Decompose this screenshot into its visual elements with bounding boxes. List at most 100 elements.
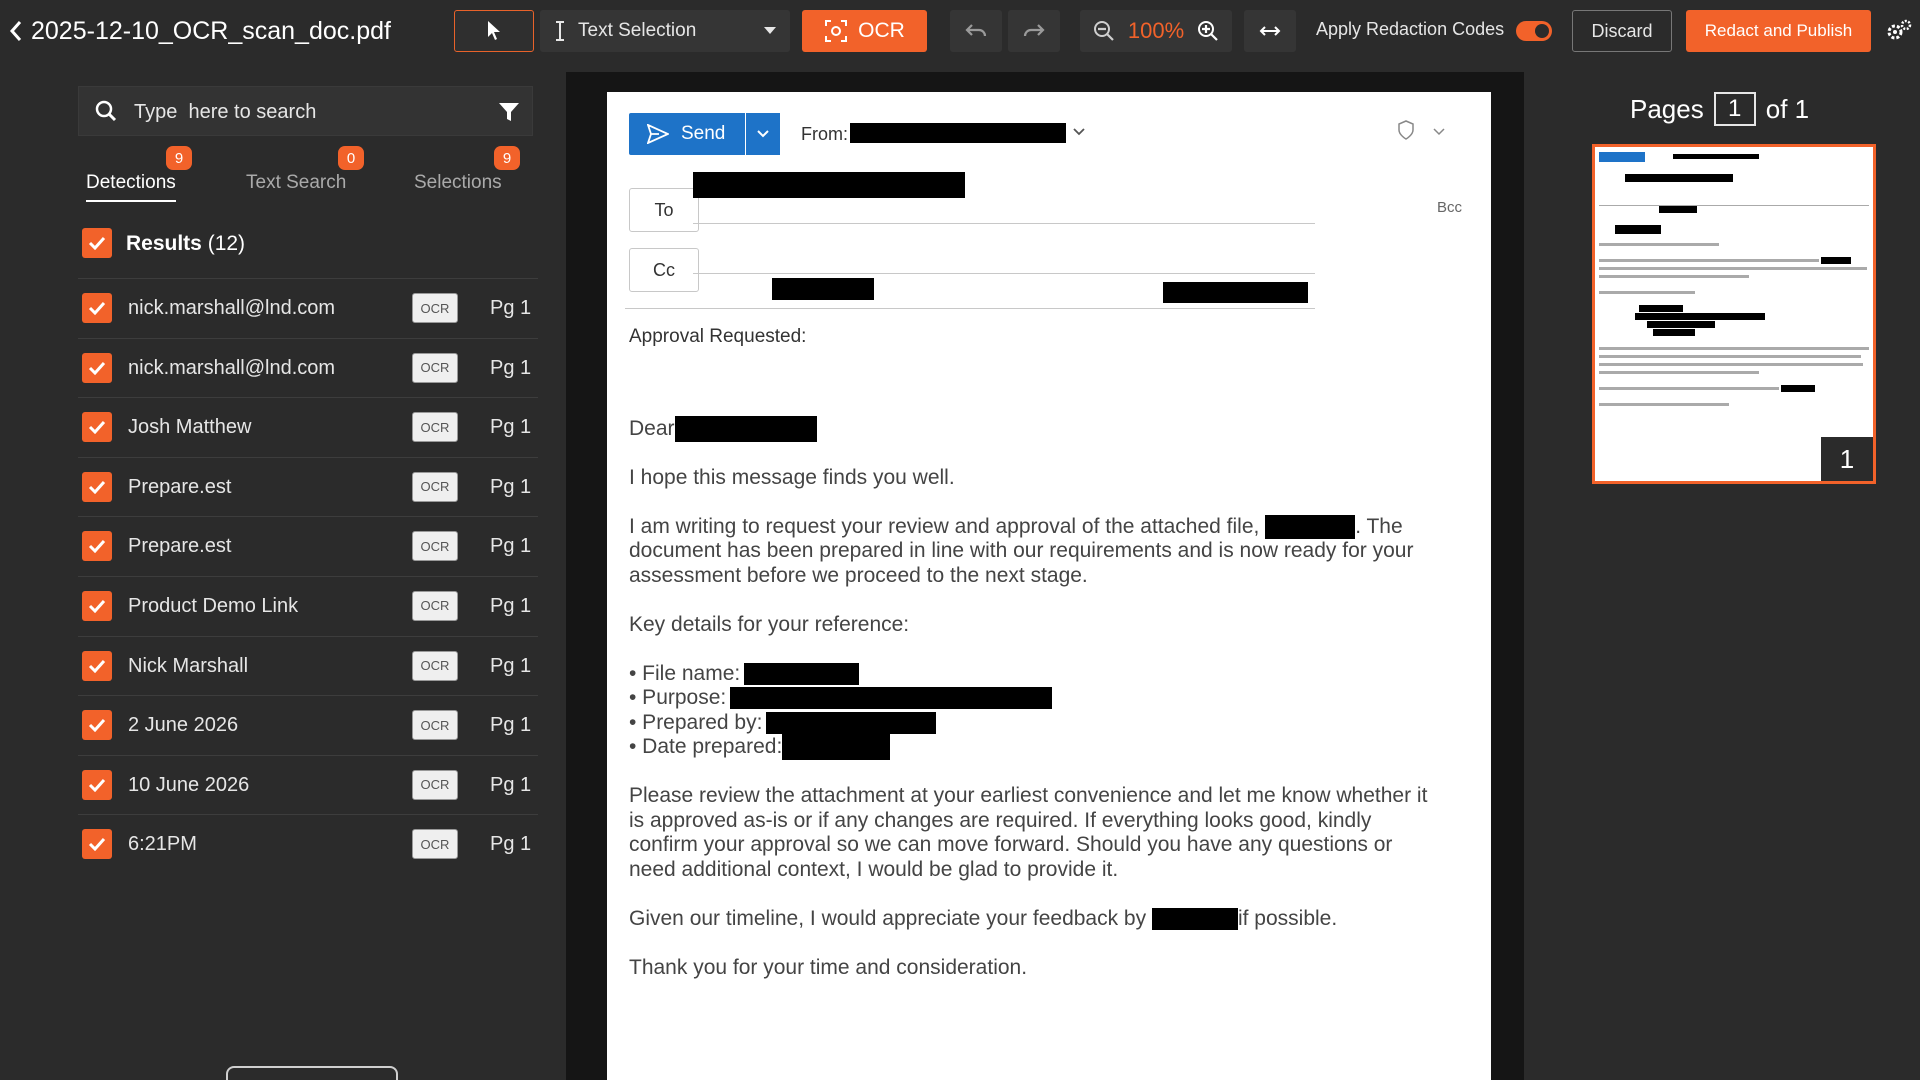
result-page[interactable]: Pg 1 — [490, 357, 531, 380]
result-checkbox[interactable] — [82, 412, 112, 443]
checkmark-icon — [88, 540, 106, 554]
result-checkbox[interactable] — [82, 769, 112, 800]
thumb-redaction — [1673, 154, 1759, 159]
result-row[interactable]: Prepare.est OCR Pg 1 — [78, 516, 538, 576]
result-page[interactable]: Pg 1 — [490, 476, 531, 499]
discard-button[interactable]: Discard — [1572, 10, 1672, 52]
tab-selections-label: Selections — [414, 172, 502, 193]
redaction-box[interactable] — [850, 123, 1066, 143]
apply-redaction-codes-toggle[interactable] — [1516, 21, 1552, 41]
to-button[interactable]: To — [629, 188, 699, 232]
zoom-in-button[interactable] — [1184, 10, 1232, 52]
email-text: if possible. — [1237, 907, 1338, 930]
thumb-redaction — [1635, 313, 1765, 320]
select-all-checkbox[interactable] — [82, 228, 112, 258]
email-line: Given our timeline, I would appreciate y… — [629, 904, 1337, 934]
bcc-link[interactable]: Bcc — [1437, 199, 1462, 216]
zoom-out-icon — [1094, 21, 1114, 41]
search-input[interactable] — [134, 95, 464, 129]
zoom-in-icon — [1198, 21, 1218, 41]
redaction-box[interactable] — [1163, 282, 1308, 303]
send-options-dropdown[interactable] — [746, 113, 780, 155]
redaction-box[interactable] — [674, 416, 817, 443]
result-page[interactable]: Pg 1 — [490, 416, 531, 439]
result-checkbox[interactable] — [82, 352, 112, 383]
results-title: Results — [126, 232, 202, 255]
tab-selections[interactable]: 9 Selections — [414, 146, 520, 194]
email-text: • File name: — [629, 662, 741, 685]
ocr-button[interactable]: OCR — [802, 10, 927, 52]
result-row[interactable]: 2 June 2026 OCR Pg 1 — [78, 695, 538, 755]
result-row[interactable]: nick.marshall@lnd.com OCR Pg 1 — [78, 278, 538, 338]
result-row[interactable]: Josh Matthew OCR Pg 1 — [78, 397, 538, 457]
result-row[interactable]: 6:21PM OCR Pg 1 — [78, 814, 538, 874]
ocr-source-tag: OCR — [412, 531, 458, 562]
thumb-redaction — [1625, 174, 1733, 182]
tab-text-search[interactable]: 0 Text Search — [246, 146, 364, 194]
redaction-box[interactable] — [782, 734, 891, 761]
result-checkbox[interactable] — [82, 293, 112, 323]
thumb-line — [1599, 387, 1779, 390]
back-button[interactable] — [6, 17, 26, 45]
result-page[interactable]: Pg 1 — [490, 297, 531, 320]
redaction-box[interactable] — [730, 687, 1053, 710]
tab-detections-label: Detections — [86, 172, 176, 193]
current-page-input[interactable]: 1 — [1713, 92, 1756, 126]
result-checkbox[interactable] — [82, 650, 112, 681]
result-row[interactable]: Nick Marshall OCR Pg 1 — [78, 635, 538, 696]
text-selection-dropdown[interactable]: Text Selection — [540, 10, 790, 52]
send-button[interactable]: Send — [629, 113, 745, 155]
result-row[interactable]: Product Demo Link OCR Pg 1 — [78, 575, 538, 636]
pointer-tool-button[interactable] — [454, 10, 534, 52]
send-icon — [647, 124, 669, 144]
tab-detections[interactable]: 9 Detections — [86, 146, 192, 202]
chevron-left-icon — [9, 21, 22, 41]
page-thumbnail[interactable]: 1 — [1592, 144, 1876, 484]
text-search-count-badge: 0 — [338, 146, 364, 170]
email-line: I hope this message finds you well. — [629, 466, 955, 489]
result-page[interactable]: Pg 1 — [490, 535, 531, 558]
result-page[interactable]: Pg 1 — [490, 655, 531, 678]
result-page[interactable]: Pg 1 — [490, 714, 531, 737]
fit-width-button[interactable] — [1244, 10, 1296, 52]
redaction-box[interactable] — [772, 278, 874, 300]
result-checkbox[interactable] — [82, 710, 112, 741]
redact-and-publish-button[interactable]: Redact and Publish — [1686, 10, 1871, 52]
pages-total: of 1 — [1765, 93, 1810, 124]
result-page[interactable]: Pg 1 — [490, 595, 531, 618]
settings-button[interactable] — [1882, 10, 1916, 52]
result-page[interactable]: Pg 1 — [490, 774, 531, 797]
email-line: need additional context, I would be glad… — [629, 858, 1119, 881]
thumb-redaction — [1659, 206, 1697, 213]
from-label: From: — [801, 124, 848, 144]
panel-scroll-handle[interactable] — [226, 1066, 398, 1080]
shield-icon[interactable] — [1397, 120, 1415, 140]
result-page[interactable]: Pg 1 — [490, 833, 531, 856]
chevron-down-icon[interactable] — [1433, 128, 1445, 136]
redo-button[interactable] — [1008, 10, 1060, 52]
result-text: nick.marshall@lnd.com — [128, 297, 336, 319]
result-text: Prepare.est — [128, 535, 232, 558]
redaction-box[interactable] — [1151, 908, 1238, 931]
result-checkbox[interactable] — [82, 590, 112, 621]
result-row[interactable]: nick.marshall@lnd.com OCR Pg 1 — [78, 337, 538, 398]
toggle-knob — [1535, 24, 1549, 38]
result-text: Prepare.est — [128, 475, 232, 498]
zoom-out-button[interactable] — [1080, 10, 1128, 52]
filter-icon[interactable] — [498, 101, 520, 123]
results-count: (12) — [207, 232, 246, 255]
pages-panel: Pages 1 of 1 1 — [1524, 72, 1920, 1080]
zoom-level[interactable]: 100% — [1128, 10, 1184, 52]
redaction-box[interactable] — [693, 172, 965, 198]
undo-button[interactable] — [950, 10, 1002, 52]
checkmark-icon — [88, 599, 106, 613]
result-checkbox[interactable] — [82, 471, 112, 502]
result-row[interactable]: Prepare.est OCR Pg 1 — [78, 456, 538, 517]
thumb-redaction — [1821, 257, 1851, 264]
tab-text-search-label: Text Search — [246, 172, 347, 193]
fit-width-icon — [1259, 26, 1281, 36]
result-checkbox[interactable] — [82, 531, 112, 562]
result-row[interactable]: 10 June 2026 OCR Pg 1 — [78, 754, 538, 815]
result-checkbox[interactable] — [82, 829, 112, 860]
cc-button[interactable]: Cc — [629, 248, 699, 292]
